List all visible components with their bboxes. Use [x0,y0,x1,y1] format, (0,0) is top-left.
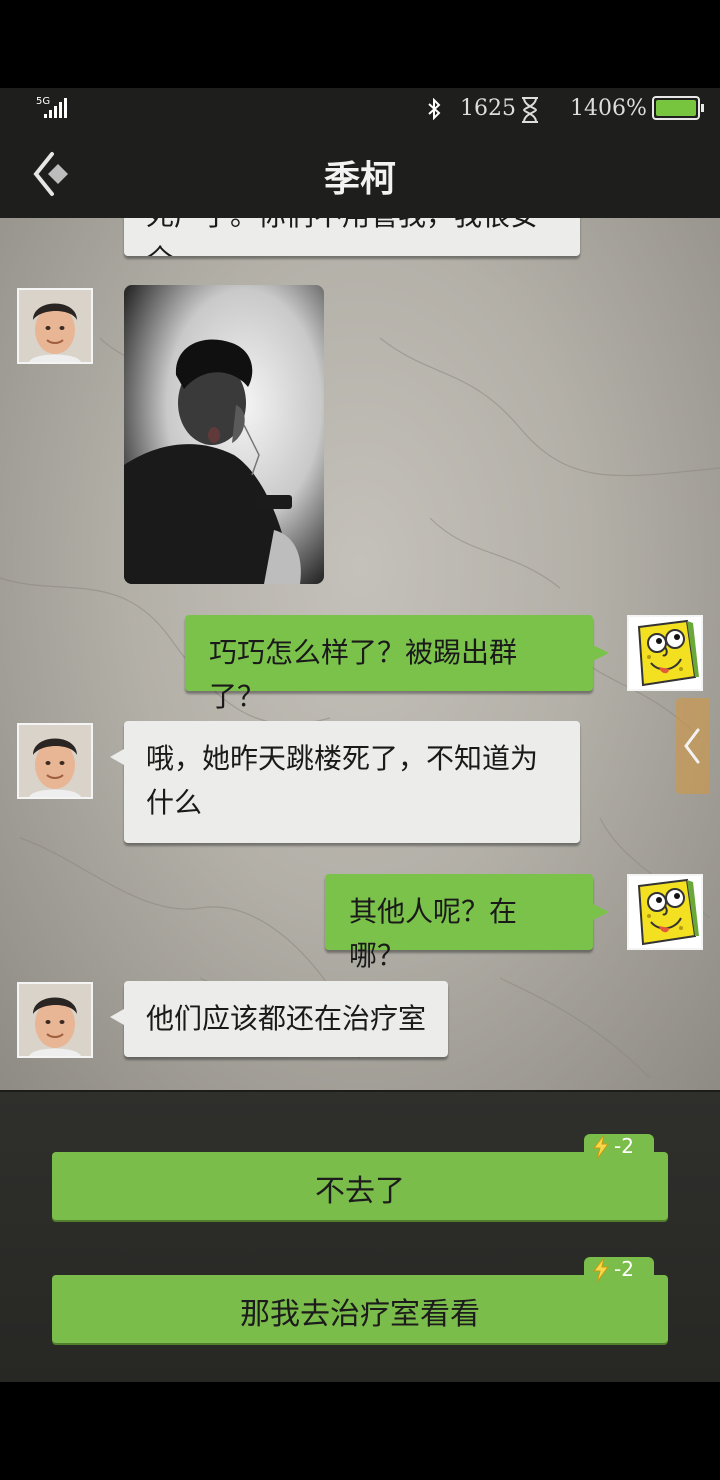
choice-label: 那我去治疗室看看 [240,1297,480,1332]
choice-button-2[interactable]: -2 那我去治疗室看看 [52,1257,668,1343]
partial-message-text: 死产了。你们不用管我，我很安全 [146,218,538,256]
hourglass-icon [522,97,538,123]
energy-cost: -2 [614,1134,634,1158]
chat-title: 季柯 [323,158,396,200]
bluetooth-icon [428,98,441,120]
message-text-line-1: 哦，她昨天跳楼死了，不知道为 [146,742,539,775]
side-drawer-tab[interactable] [676,698,710,794]
chat-photo[interactable] [124,285,324,584]
player-avatar[interactable] [627,615,703,691]
chat-area[interactable]: 死产了。你们不用管我，我很安全 [0,218,720,1090]
energy-cost-badge: -2 [584,1257,654,1283]
outgoing-message-bubble: 其他人呢？在哪？ [325,874,609,972]
avatar[interactable] [17,288,93,364]
signal-icon: 5G [36,96,78,122]
bottom-black-bar [0,1382,720,1480]
incoming-message-bubble: 哦，她昨天跳楼死了，不知道为 什么 [110,721,580,843]
battery-percent: 1406% [570,96,647,121]
message-text: 他们应该都还在治疗室 [146,1002,427,1035]
lightning-icon [592,1257,609,1283]
battery-icon [652,96,704,120]
choice-panel: -2 不去了 -2 那我去治疗室看看 [0,1090,720,1384]
message-text-line-2: 什么 [146,786,203,819]
avatar[interactable] [17,723,93,799]
lightning-icon [592,1134,609,1160]
chevron-left-icon [684,728,700,764]
avatar[interactable] [17,982,93,1058]
status-bar: 5G 1625 1406% [0,88,720,130]
chat-header: 季柯 [0,130,720,220]
choice-label: 不去了 [315,1174,405,1209]
counter-value: 1625 [460,96,516,121]
partial-message-bubble: 死产了。你们不用管我，我很安全 [124,218,580,256]
player-avatar[interactable] [627,874,703,950]
energy-cost: -2 [614,1257,634,1281]
top-black-bar [0,0,720,88]
incoming-message-bubble: 他们应该都还在治疗室 [110,981,448,1057]
choice-button-1[interactable]: -2 不去了 [52,1134,668,1220]
energy-cost-badge: -2 [584,1134,654,1160]
outgoing-message-bubble: 巧巧怎么样了？被踢出群了？ [185,615,609,713]
